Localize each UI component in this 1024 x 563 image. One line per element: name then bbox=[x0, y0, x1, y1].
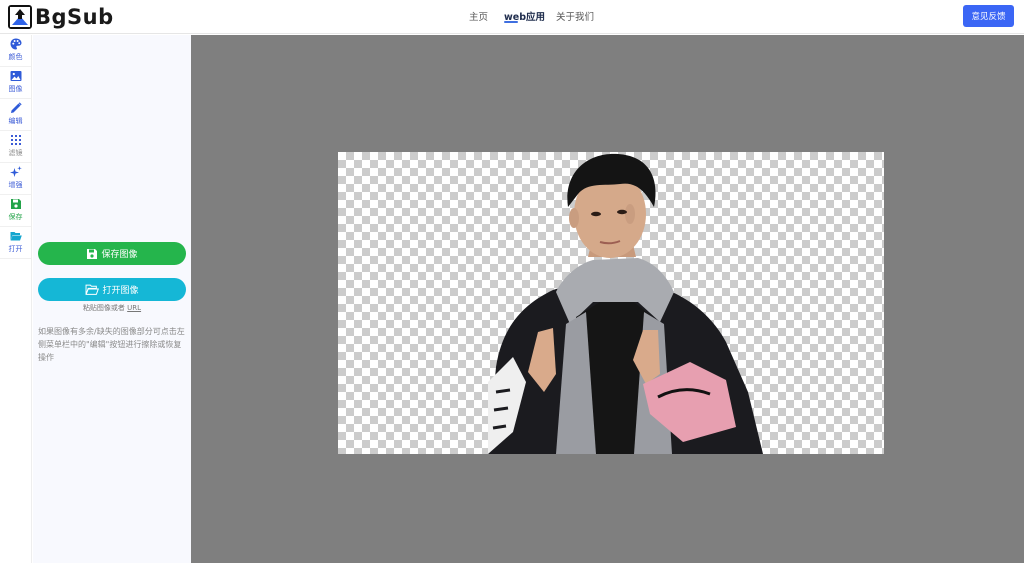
nav-home[interactable]: 主页 bbox=[469, 9, 488, 23]
open-image-button[interactable]: 打开图像 bbox=[38, 278, 186, 301]
folder-open-icon bbox=[85, 284, 100, 295]
paste-hint: 粘贴图像或者 URL bbox=[38, 303, 186, 313]
rail-item-open[interactable]: 打开 bbox=[0, 227, 31, 259]
save-image-button[interactable]: 保存图像 bbox=[38, 242, 186, 265]
rail-label-open: 打开 bbox=[8, 245, 23, 253]
image-canvas[interactable] bbox=[191, 35, 1024, 563]
floppy-disk-icon bbox=[10, 199, 21, 209]
logo-text: BgSub bbox=[35, 5, 114, 29]
rail-label-filter: 滤镜 bbox=[8, 149, 23, 157]
rail-item-save[interactable]: 保存 bbox=[0, 195, 31, 227]
image-icon bbox=[10, 71, 21, 81]
rail-item-edit[interactable]: 编辑 bbox=[0, 99, 31, 131]
paste-hint-text: 粘贴图像或者 bbox=[82, 304, 125, 312]
rail-label-image: 图像 bbox=[8, 85, 23, 93]
rail-item-color[interactable]: 颜色 bbox=[0, 35, 31, 67]
rail-item-filter[interactable]: 滤镜 bbox=[0, 131, 31, 163]
main-nav: 主页 web应用 关于我们 bbox=[0, 0, 1024, 34]
open-image-label: 打开图像 bbox=[102, 285, 139, 295]
rail-item-enhance[interactable]: 增强 bbox=[0, 163, 31, 195]
edit-help-note: 如果图像有多余/缺失的图像部分可点击左侧菜单栏中的"编辑"按钮进行擦除或恢复操作 bbox=[38, 327, 185, 362]
logo-icon bbox=[8, 5, 32, 29]
palette-icon bbox=[10, 38, 21, 50]
feedback-button[interactable]: 意见反馈 bbox=[963, 5, 1014, 27]
logo[interactable]: BgSub bbox=[8, 5, 114, 29]
rail-label-edit: 编辑 bbox=[8, 117, 23, 125]
rail-label-save: 保存 bbox=[8, 213, 23, 221]
paste-url-link[interactable]: URL bbox=[127, 304, 141, 312]
save-image-label: 保存图像 bbox=[101, 249, 138, 259]
rail-label-color: 颜色 bbox=[8, 53, 23, 61]
nav-about-us[interactable]: 关于我们 bbox=[556, 9, 594, 23]
filter-icon bbox=[10, 135, 21, 145]
side-panel: 保存图像 打开图像 粘贴图像或者 URL 如果图像有多余/缺失的图像部分可点击左… bbox=[33, 35, 191, 563]
nav-web-app[interactable]: web应用 bbox=[504, 9, 545, 23]
tool-rail: 颜色 图像 编辑 滤镜 增强 保存 打开 bbox=[0, 35, 32, 563]
top-header: BgSub 主页 web应用 关于我们 意见反馈 bbox=[0, 0, 1024, 34]
pencil-icon bbox=[10, 102, 22, 113]
rail-label-enhance: 增强 bbox=[8, 181, 23, 189]
sparkle-icon bbox=[9, 166, 22, 177]
rail-item-image[interactable]: 图像 bbox=[0, 67, 31, 99]
floppy-disk-icon bbox=[87, 248, 98, 259]
folder-open-icon bbox=[10, 232, 22, 241]
transparent-image-preview[interactable] bbox=[338, 152, 884, 454]
cut-out-person-photo bbox=[488, 153, 763, 454]
